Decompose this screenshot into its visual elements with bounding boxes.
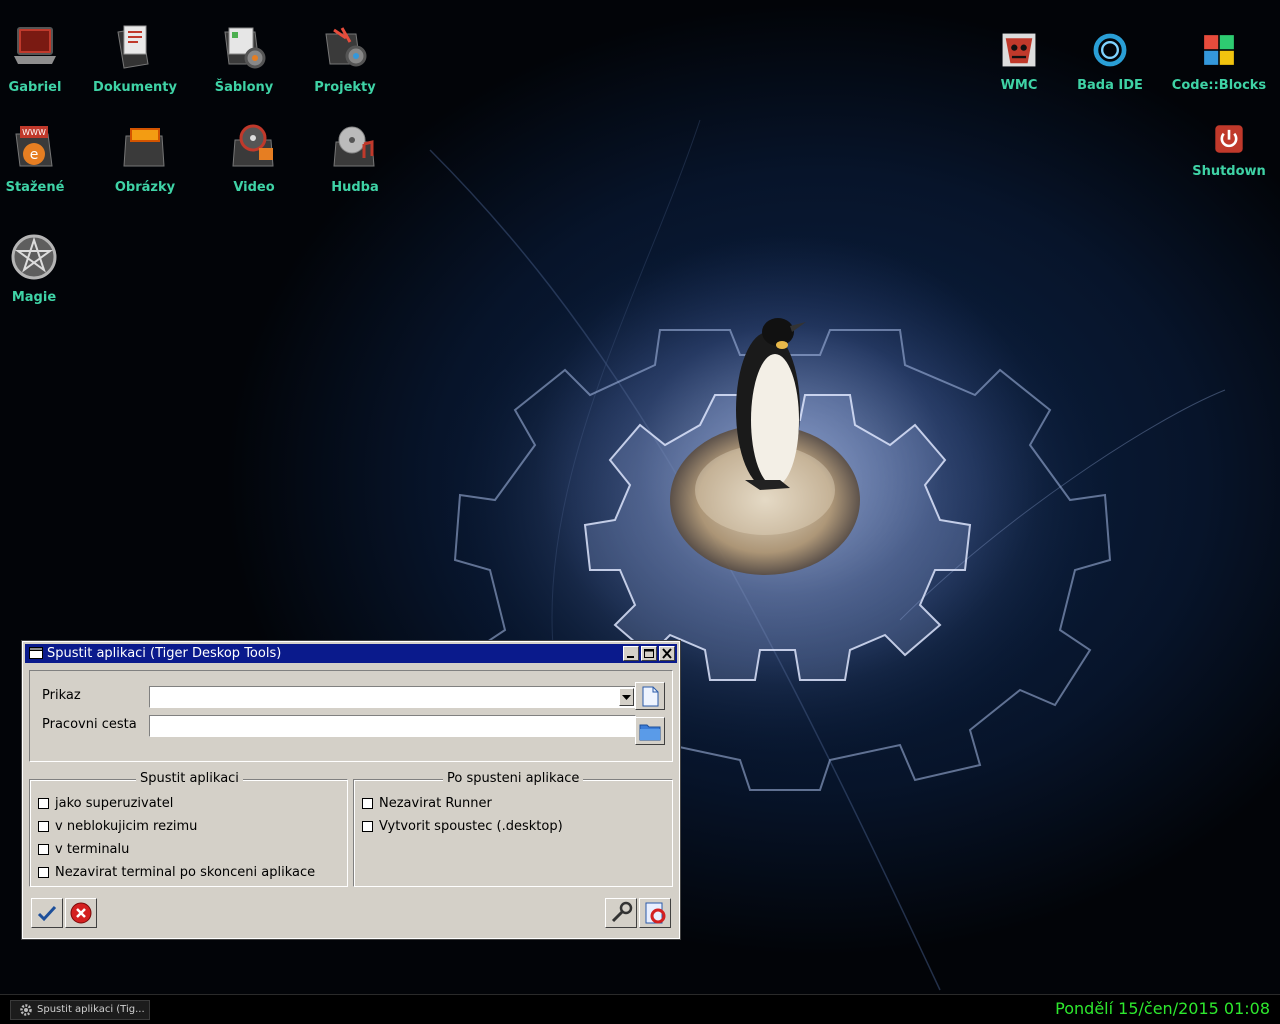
ok-button[interactable] [31,898,63,928]
checkbox-box[interactable] [362,820,373,832]
documents-icon [117,25,149,69]
after-launch-group: Po spusteni aplikace Nezavirat Runner Vy… [353,771,673,887]
checkbox-keep-runner[interactable]: Nezavirat Runner [362,794,492,812]
power-icon [1215,125,1243,153]
cancel-button[interactable] [65,898,97,928]
workdir-input[interactable] [149,715,636,737]
desktop-icon-dokumenty[interactable]: Dokumenty [85,24,185,95]
checkbox-box[interactable] [362,797,373,809]
desktop-icon-shutdown[interactable]: Shutdown [1179,124,1279,179]
checkbox-box[interactable] [38,866,49,878]
command-label: Prikaz [42,688,81,703]
checkbox-box[interactable] [38,797,49,809]
workdir-label: Pracovni cesta [42,717,137,732]
desktop-icon-gabriel[interactable]: Gabriel [0,24,85,95]
window-icon [29,647,43,659]
svg-text:WWW: WWW [22,128,46,137]
checkbox-create-launcher[interactable]: Vytvorit spoustec (.desktop) [362,817,563,835]
wrench-icon [611,901,633,923]
minimize-icon [627,656,634,658]
lifebuoy-icon [645,902,666,924]
folder-icon [639,724,661,741]
checkmark-icon [37,905,57,922]
run-application-dialog: Spustit aplikaci (Tiger Deskop Tools) Pr… [21,640,681,940]
projects-icon [325,27,367,67]
wmc-icon [1002,33,1036,67]
desktop-icon-sablony[interactable]: Šablony [194,24,294,95]
browse-file-button[interactable] [635,682,665,710]
taskbar-item-run-dialog[interactable]: Spustit aplikaci (Tig... [10,1000,150,1020]
video-icon [232,124,274,167]
run-options-group: Spustit aplikaci jako superuzivatel v ne… [29,771,348,887]
desktop-icon-hudba[interactable]: Hudba [305,124,405,195]
command-dropdown-button[interactable] [619,688,634,706]
checkbox-nonblocking[interactable]: v neblokujicim rezimu [38,817,197,835]
desktop-icon-wmc[interactable]: WMC [969,32,1069,93]
desktop-icon-video[interactable]: Video [204,124,304,195]
desktop-icon-bada-ide[interactable]: Bada IDE [1060,32,1160,93]
laptop-icon [14,27,56,64]
desktop-icon-obrazky[interactable]: Obrázky [95,124,195,195]
desktop-icon-projekty[interactable]: Projekty [295,24,395,95]
close-icon [662,648,672,659]
downloads-icon: WWW e [15,126,53,167]
after-launch-legend: Po spusteni aplikace [443,771,584,786]
cancel-icon [70,902,92,924]
file-icon [642,686,659,707]
minimize-button[interactable] [623,646,639,661]
command-combobox[interactable] [149,686,636,708]
maximize-icon [644,649,654,658]
dialog-title: Spustit aplikaci (Tiger Deskop Tools) [47,646,282,661]
checkbox-box[interactable] [38,820,49,832]
chevron-down-icon [622,695,631,700]
bada-ide-icon [1093,33,1127,67]
checkbox-box[interactable] [38,843,49,855]
pentagram-icon [11,234,57,280]
command-input[interactable] [152,688,616,706]
maximize-button[interactable] [641,646,657,661]
pictures-icon [123,128,165,167]
help-button[interactable] [639,898,671,928]
desktop-icon-magie[interactable]: Magie [0,234,84,305]
checkbox-superuser[interactable]: jako superuzivatel [38,794,173,812]
gear-icon [20,1004,32,1016]
taskbar-item-label: Spustit aplikaci (Tig... [37,1004,145,1015]
command-group: Prikaz Pracovni cesta [29,670,673,762]
close-button[interactable] [659,646,675,661]
music-icon [333,126,375,167]
settings-button[interactable] [605,898,637,928]
templates-icon [224,27,266,69]
browse-folder-button[interactable] [635,717,665,745]
checkbox-keep-terminal[interactable]: Nezavirat terminal po skonceni aplikace [38,863,315,881]
clock[interactable]: Pondělí 15/čen/2015 01:08 [1055,999,1270,1018]
checkbox-terminal[interactable]: v terminalu [38,840,129,858]
svg-text:e: e [30,147,39,163]
taskbar: Spustit aplikaci (Tig... Pondělí 15/čen/… [0,994,1280,1024]
dialog-title-bar[interactable]: Spustit aplikaci (Tiger Deskop Tools) [25,644,677,663]
desktop-icon-codeblocks[interactable]: Code::Blocks [1169,32,1269,93]
desktop-icon-stazene[interactable]: WWW e Stažené [0,124,85,195]
codeblocks-icon [1204,35,1234,65]
run-options-legend: Spustit aplikaci [136,771,243,786]
